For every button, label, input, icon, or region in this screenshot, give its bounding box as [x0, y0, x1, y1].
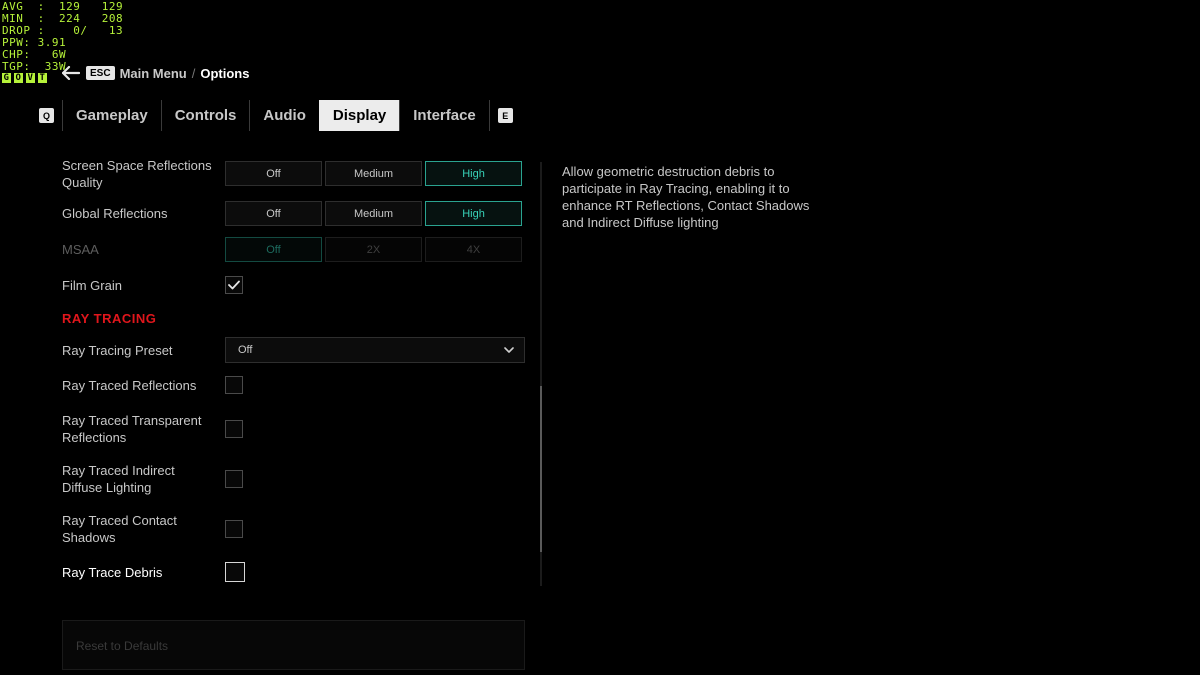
- next-tab-key-hint[interactable]: E: [497, 108, 513, 123]
- rt-reflections-checkbox[interactable]: [225, 376, 243, 394]
- breadcrumb-current: Options: [200, 65, 250, 81]
- setting-label: Ray Traced Transparent Reflections: [62, 413, 202, 445]
- prev-tab-key-hint[interactable]: Q: [39, 108, 54, 123]
- overlay-flag: T: [38, 73, 47, 83]
- setting-description: Allow geometric destruction debris to pa…: [562, 164, 810, 230]
- overlay-flag: O: [14, 73, 23, 83]
- setting-label: Ray Trace Debris: [62, 565, 163, 580]
- setting-label: Ray Traced Contact Shadows: [62, 513, 177, 545]
- setting-label: Global Reflections: [62, 206, 168, 221]
- rt-contact-checkbox[interactable]: [225, 520, 243, 538]
- checkmark-icon: [228, 280, 240, 290]
- performance-overlay: AVG : 129 129 MIN : 224 208 DROP : 0/ 13…: [2, 1, 123, 83]
- rt-debris-checkbox[interactable]: [225, 562, 245, 582]
- film-grain-checkbox[interactable]: [225, 276, 243, 294]
- setting-label: MSAA: [62, 242, 99, 257]
- tab-display[interactable]: Display: [318, 100, 400, 131]
- reset-to-defaults-button[interactable]: Reset to Defaults: [62, 620, 525, 670]
- setting-label: Film Grain: [62, 278, 122, 293]
- option-high[interactable]: High: [425, 201, 522, 226]
- tab-audio[interactable]: Audio: [249, 100, 319, 131]
- overlay-tgp: TGP: 33W: [2, 60, 67, 73]
- scrollbar-thumb[interactable]: [540, 386, 542, 552]
- tab-bar: Q Gameplay Controls Audio Display Interf…: [39, 100, 513, 131]
- rt-transparent-checkbox[interactable]: [225, 420, 243, 438]
- overlay-flag: G: [2, 73, 11, 83]
- option-off: Off: [225, 237, 322, 262]
- option-4x: 4X: [425, 237, 522, 262]
- tab-gameplay[interactable]: Gameplay: [62, 100, 161, 131]
- option-high[interactable]: High: [425, 161, 522, 186]
- option-medium[interactable]: Medium: [325, 161, 422, 186]
- rt-indirect-checkbox[interactable]: [225, 470, 243, 488]
- ssr-quality-selector: Off Medium High: [225, 161, 522, 186]
- setting-label: Screen Space Reflections Quality: [62, 158, 212, 190]
- chevron-down-icon: [504, 347, 514, 353]
- rt-preset-dropdown[interactable]: Off: [225, 337, 525, 363]
- breadcrumb-main-menu[interactable]: Main Menu: [120, 66, 187, 81]
- tab-interface[interactable]: Interface: [399, 100, 490, 131]
- global-reflections-selector: Off Medium High: [225, 201, 522, 226]
- tabs: Gameplay Controls Audio Display Interfac…: [62, 100, 490, 131]
- option-off[interactable]: Off: [225, 201, 322, 226]
- msaa-selector: Off 2X 4X: [225, 237, 522, 262]
- option-2x: 2X: [325, 237, 422, 262]
- setting-label: Ray Traced Indirect Diffuse Lighting: [62, 463, 175, 495]
- option-medium[interactable]: Medium: [325, 201, 422, 226]
- option-off[interactable]: Off: [225, 161, 322, 186]
- dropdown-value: Off: [238, 344, 253, 356]
- setting-label: Ray Tracing Preset: [62, 343, 173, 358]
- tab-controls[interactable]: Controls: [160, 100, 250, 131]
- section-ray-tracing: RAY TRACING: [62, 311, 157, 326]
- breadcrumb-separator: /: [191, 65, 196, 81]
- overlay-flag: V: [26, 73, 35, 83]
- setting-label: Ray Traced Reflections: [62, 378, 197, 393]
- overlay-flags: G O V T: [2, 73, 123, 83]
